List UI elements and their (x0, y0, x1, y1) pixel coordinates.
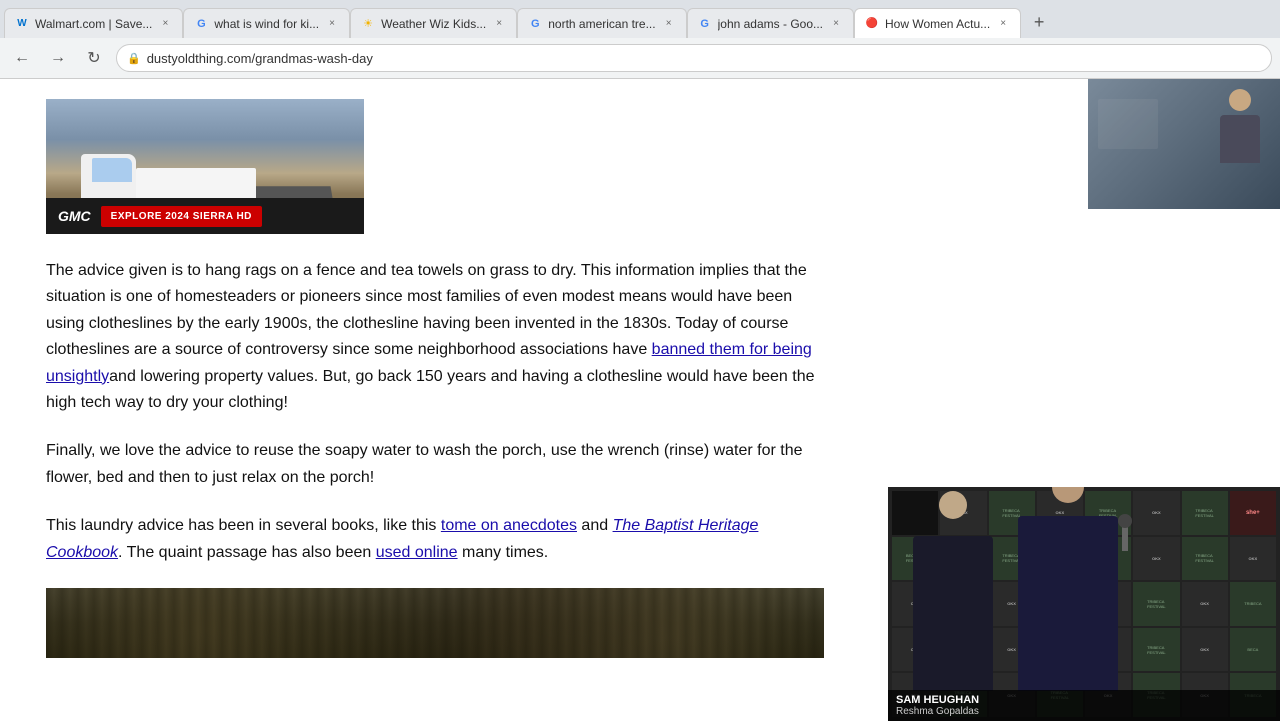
video-people-overlay: SAM HEUGHAN Reshma Gopaldas (888, 487, 1280, 721)
tab-favicon-northamerican: G (528, 17, 542, 31)
tab-favicon-johnadams: G (698, 17, 712, 31)
link-used-online[interactable]: used online (376, 544, 458, 561)
address-bar[interactable]: 🔒 dustyoldthing.com/grandmas-wash-day (116, 44, 1272, 72)
interview-video: OKX TRIBECAFESTIVAL OKX TRIBECAFESTIVAL … (888, 487, 1280, 721)
tab-label-weather: Weather Wiz Kids... (381, 17, 486, 31)
paragraph3-start: This laundry advice has been in several … (46, 517, 441, 534)
browser-chrome: W Walmart.com | Save... × G what is wind… (0, 0, 1280, 79)
person-name: SAM HEUGHAN (896, 694, 1272, 706)
paragraph3-final: many times. (458, 544, 549, 561)
article-paragraph-1: The advice given is to hang rags on a fe… (46, 258, 824, 416)
explore-button[interactable]: EXPLORE 2024 SIERRA HD (101, 206, 262, 227)
back-button[interactable]: ← (8, 44, 36, 72)
tab-label-johnadams: john adams - Goo... (718, 17, 823, 31)
tab-favicon-wind: G (194, 17, 208, 31)
gmc-logo: GMC (58, 208, 91, 224)
tab-favicon-weather: ☀ (361, 17, 375, 31)
right-sidebar: OKX TRIBECAFESTIVAL OKX TRIBECAFESTIVAL … (888, 79, 1280, 721)
tab-label-walmart: Walmart.com | Save... (35, 17, 152, 31)
tab-close-walmart[interactable]: × (158, 17, 172, 31)
lock-icon: 🔒 (127, 52, 141, 65)
tab-close-wind[interactable]: × (325, 17, 339, 31)
tab-close-howwomen[interactable]: × (996, 17, 1010, 31)
address-bar-row: ← → ↻ 🔒 dustyoldthing.com/grandmas-wash-… (0, 38, 1280, 78)
tab-howwomen[interactable]: 🔴 How Women Actu... × (854, 8, 1021, 38)
article-paragraph-2: Finally, we love the advice to reuse the… (46, 438, 824, 491)
ad-bottom-bar: GMC EXPLORE 2024 SIERRA HD (46, 198, 364, 234)
tab-johnadams[interactable]: G john adams - Goo... × (687, 8, 854, 38)
video-name-bar: SAM HEUGHAN Reshma Gopaldas (888, 690, 1280, 721)
ad-banner[interactable]: GMC EXPLORE 2024 SIERRA HD (46, 99, 364, 234)
page-content: GMC EXPLORE 2024 SIERRA HD The advice gi… (0, 79, 888, 721)
webcam-video (1088, 79, 1280, 209)
article-area: GMC EXPLORE 2024 SIERRA HD The advice gi… (0, 79, 870, 678)
tab-bar: W Walmart.com | Save... × G what is wind… (0, 0, 1280, 38)
tab-favicon-howwomen: 🔴 (865, 17, 879, 31)
tab-walmart[interactable]: W Walmart.com | Save... × (4, 8, 183, 38)
new-tab-button[interactable]: + (1025, 8, 1053, 36)
tab-weather[interactable]: ☀ Weather Wiz Kids... × (350, 8, 517, 38)
paragraph1-rest: and lowering property values. But, go ba… (46, 368, 815, 411)
browser-content: GMC EXPLORE 2024 SIERRA HD The advice gi… (0, 79, 1280, 721)
bottom-article-image (46, 588, 824, 658)
paragraph3-mid: and (577, 517, 613, 534)
reload-button[interactable]: ↻ (80, 44, 108, 72)
tab-wind[interactable]: G what is wind for ki... × (183, 8, 350, 38)
tab-label-northamerican: north american tre... (548, 17, 655, 31)
webcam-video-content (1088, 79, 1280, 209)
tab-close-northamerican[interactable]: × (662, 17, 676, 31)
link-tome[interactable]: tome on anecdotes (441, 517, 577, 534)
paragraph3-end: . The quaint passage has also been (118, 544, 376, 561)
interviewer-name: Reshma Gopaldas (896, 706, 1272, 717)
tab-label-howwomen: How Women Actu... (885, 17, 990, 31)
article-paragraph-3: This laundry advice has been in several … (46, 513, 824, 566)
tab-close-weather[interactable]: × (492, 17, 506, 31)
tab-favicon-walmart: W (15, 17, 29, 31)
forward-button[interactable]: → (44, 44, 72, 72)
tab-northamerican[interactable]: G north american tre... × (517, 8, 686, 38)
tab-label-wind: what is wind for ki... (214, 17, 319, 31)
tab-close-johnadams[interactable]: × (829, 17, 843, 31)
url-text: dustyoldthing.com/grandmas-wash-day (147, 51, 373, 66)
